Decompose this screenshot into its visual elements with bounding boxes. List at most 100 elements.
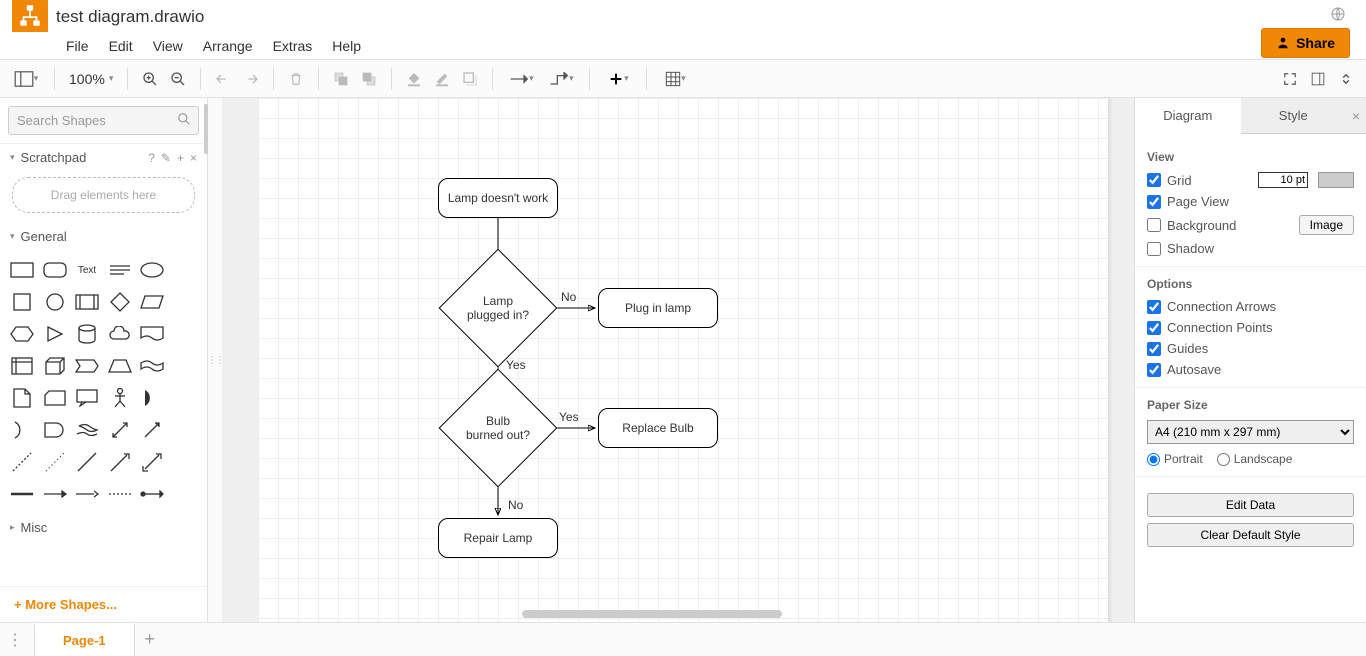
node-start[interactable]: Lamp doesn't work [438,178,558,218]
edit-icon[interactable]: ✎ [161,151,171,165]
shape-blank[interactable] [171,256,199,284]
tab-style[interactable]: Style [1241,98,1347,134]
label-yes-2[interactable]: Yes [559,410,579,424]
zoom-selector[interactable]: 100%▾ [65,71,117,87]
shape-blank4[interactable] [171,352,199,380]
canvas-scrollbar[interactable] [522,610,782,618]
redo-icon[interactable] [239,67,263,91]
undo-icon[interactable] [211,67,235,91]
scratchpad-section[interactable]: ▾ Scratchpad ? ✎ + × [0,144,207,171]
general-section[interactable]: ▾ General [0,223,207,250]
shape-line1[interactable] [73,448,101,476]
label-yes-1[interactable]: Yes [506,358,526,372]
shape-cloud[interactable] [106,320,134,348]
shape-conn3[interactable] [73,480,101,508]
paper-size-select[interactable]: A4 (210 mm x 297 mm) [1147,420,1354,444]
shape-tape[interactable] [138,352,166,380]
shape-roundrect[interactable] [41,256,69,284]
clear-style-button[interactable]: Clear Default Style [1147,523,1354,547]
menu-view[interactable]: View [143,34,193,58]
fullscreen-icon[interactable] [1278,67,1302,91]
pageview-checkbox[interactable] [1147,195,1161,209]
shape-callout[interactable] [73,384,101,412]
shape-arrow[interactable] [138,416,166,444]
shape-or[interactable] [8,416,36,444]
shape-square[interactable] [8,288,36,316]
shape-conn4[interactable] [106,480,134,508]
scratchpad-dropzone[interactable]: Drag elements here [12,177,195,213]
label-no-1[interactable]: No [561,290,576,304]
shape-triangle[interactable] [41,320,69,348]
shape-circle[interactable] [41,288,69,316]
shape-hexagon[interactable] [8,320,36,348]
edit-data-button[interactable]: Edit Data [1147,493,1354,517]
shape-step[interactable] [73,352,101,380]
shape-actor[interactable] [106,384,134,412]
shape-blank8[interactable] [171,480,199,508]
app-logo[interactable] [12,0,48,34]
connection-icon[interactable]: ▾ [503,67,539,91]
shape-halfcircle[interactable] [138,384,166,412]
splitter-left[interactable]: ⋮⋮ [208,98,222,622]
node-repair[interactable]: Repair Lamp [438,518,558,558]
label-no-2[interactable]: No [508,498,523,512]
autosave-checkbox[interactable] [1147,363,1161,377]
language-icon[interactable] [1330,6,1346,27]
page-paper[interactable]: Lamp doesn't work Lamp plugged in? No Pl… [258,98,1108,622]
menu-extras[interactable]: Extras [263,34,323,58]
conn-points-checkbox[interactable] [1147,321,1161,335]
shadow-checkbox[interactable] [1147,242,1161,256]
format-panel-icon[interactable] [1306,67,1330,91]
conn-arrows-checkbox[interactable] [1147,300,1161,314]
menu-help[interactable]: Help [322,34,371,58]
shape-dashed[interactable] [8,448,36,476]
shape-datastorage[interactable] [73,416,101,444]
menu-arrange[interactable]: Arrange [193,34,263,58]
tab-diagram[interactable]: Diagram [1135,98,1241,134]
misc-section[interactable]: ▸ Misc [0,514,207,541]
shape-cube[interactable] [41,352,69,380]
shape-process[interactable] [73,288,101,316]
to-back-icon[interactable] [357,67,381,91]
close-icon[interactable]: × [190,151,197,165]
file-title[interactable]: test diagram.drawio [56,5,204,27]
shape-textbox[interactable] [106,256,134,284]
add-page-icon[interactable]: + [135,629,165,650]
shape-cylinder[interactable] [73,320,101,348]
sidebar-toggle[interactable]: ▾ [8,67,44,91]
shape-blank3[interactable] [171,320,199,348]
shape-conn2[interactable] [41,480,69,508]
node-bulb[interactable]: Bulb burned out? [456,386,540,470]
shape-parallel[interactable] [138,288,166,316]
shape-conn5[interactable] [138,480,166,508]
shape-text[interactable]: Text [73,256,101,284]
shape-card[interactable] [41,384,69,412]
shape-ellipse[interactable] [138,256,166,284]
menu-edit[interactable]: Edit [99,34,143,58]
shape-line-arrow[interactable] [106,448,134,476]
shape-blank7[interactable] [171,448,199,476]
table-icon[interactable]: ▾ [657,67,693,91]
search-icon[interactable] [177,112,191,129]
shape-trapezoid[interactable] [106,352,134,380]
portrait-radio[interactable] [1147,453,1160,466]
node-replace[interactable]: Replace Bulb [598,408,718,448]
shape-line-biarrow[interactable] [138,448,166,476]
shape-diamond[interactable] [106,288,134,316]
background-checkbox[interactable] [1147,218,1161,232]
image-button[interactable]: Image [1299,215,1354,235]
grid-checkbox[interactable] [1147,173,1161,187]
shape-blank6[interactable] [171,416,199,444]
help-icon[interactable]: ? [148,151,155,165]
shape-blank5[interactable] [171,384,199,412]
zoom-out-icon[interactable] [166,67,190,91]
shape-and[interactable] [41,416,69,444]
shape-note[interactable] [8,384,36,412]
grid-color-swatch[interactable] [1318,172,1354,188]
delete-icon[interactable] [284,67,308,91]
waypoint-icon[interactable]: ▾ [543,67,579,91]
zoom-in-icon[interactable] [138,67,162,91]
fill-color-icon[interactable] [402,67,426,91]
panel-close-icon[interactable]: × [1346,98,1366,134]
node-plugged[interactable]: Lamp plugged in? [456,266,540,350]
